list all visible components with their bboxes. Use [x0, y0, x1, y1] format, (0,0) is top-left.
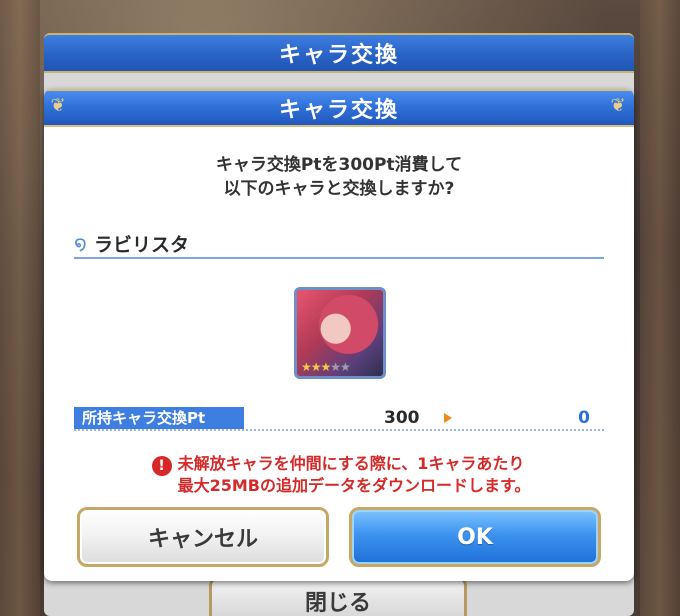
- back-dialog-title: キャラ交換: [44, 33, 634, 73]
- confirm-message-line: キャラ交換Ptを300Pt消費して: [215, 155, 463, 175]
- exchange-confirm-dialog: ❦ キャラ交換 ❦ キャラ交換Ptを300Pt消費して 以下のキャラと交換します…: [44, 89, 634, 581]
- character-portrait: ★★★★★: [294, 287, 386, 379]
- warning-text: 未解放キャラを仲間にする際に、1キャラあたり 最大25MBの追加データをダウンロ…: [178, 453, 531, 497]
- points-label: 所持キャラ交換Pt: [74, 407, 244, 429]
- confirm-message-line: 以下のキャラと交換しますか?: [223, 179, 455, 199]
- warning-line: 未解放キャラを仲間にする際に、1キャラあたり: [177, 454, 525, 473]
- cancel-button[interactable]: キャンセル: [77, 507, 329, 567]
- background-pillar: [0, 0, 40, 616]
- close-button[interactable]: 閉じる: [209, 576, 467, 616]
- background-pillar: [640, 0, 680, 616]
- dialog-title: キャラ交換: [278, 98, 399, 123]
- corner-ornament-icon: ❦: [50, 95, 68, 116]
- rarity-stars: ★★★★★: [301, 360, 351, 374]
- points-row: 所持キャラ交換Pt 300 0: [74, 407, 604, 431]
- arrow-right-icon: [444, 413, 452, 423]
- swirl-ornament-icon: ໑: [74, 231, 87, 255]
- download-warning: ! 未解放キャラを仲間にする際に、1キャラあたり 最大25MBの追加データをダウ…: [96, 453, 586, 497]
- points-after: 0: [578, 408, 590, 428]
- confirm-message: キャラ交換Ptを300Pt消費して 以下のキャラと交換しますか?: [44, 153, 634, 201]
- points-current: 300: [384, 408, 420, 428]
- dialog-title-bar: ❦ キャラ交換 ❦: [44, 89, 634, 127]
- ok-button[interactable]: OK: [349, 507, 601, 567]
- corner-ornament-icon: ❦: [610, 95, 628, 116]
- warning-line: 最大25MBの追加データをダウンロードします。: [177, 476, 531, 495]
- exclamation-icon: !: [151, 456, 172, 476]
- character-name: ラビリスタ: [94, 233, 190, 256]
- character-name-row: ໑ ラビリスタ: [74, 229, 604, 259]
